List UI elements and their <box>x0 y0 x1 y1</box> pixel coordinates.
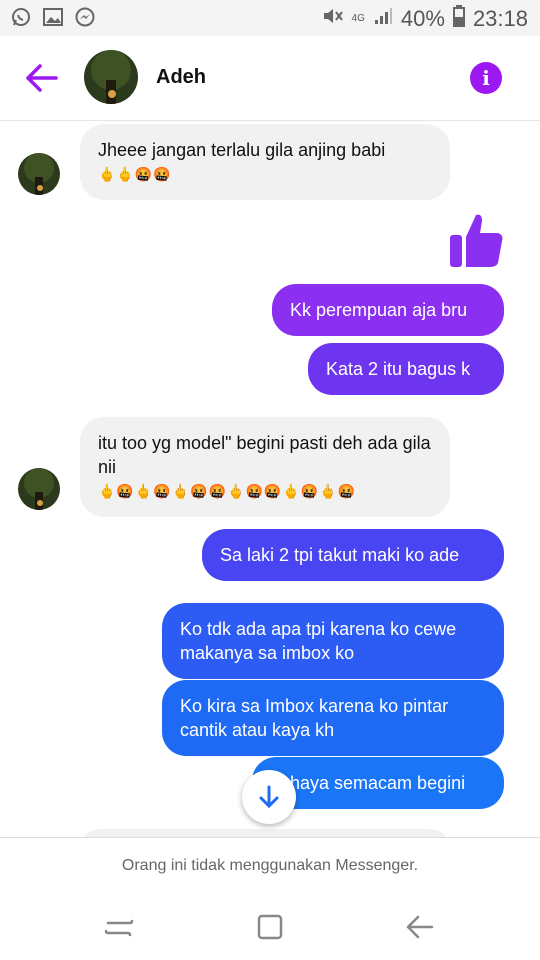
messenger-icon <box>74 6 96 28</box>
message-bubble-outgoing[interactable]: Ko tdk ada apa tpi karena ko cewe makany… <box>162 603 504 679</box>
system-nav-bar <box>0 893 540 960</box>
message-bubble-incoming[interactable]: itu too yg model" begini pasti deh ada g… <box>80 417 450 517</box>
sender-avatar[interactable] <box>18 468 60 510</box>
info-icon[interactable]: i <box>470 62 502 94</box>
message-text: Ko kira sa Imbox karena ko pintar cantik… <box>180 696 449 740</box>
message-text: Kk perempuan aja bru <box>290 300 468 320</box>
back-icon[interactable] <box>404 911 436 943</box>
home-icon[interactable] <box>254 911 286 943</box>
mute-icon <box>322 6 344 32</box>
back-arrow-icon[interactable] <box>24 58 60 98</box>
arrow-down-icon <box>259 785 279 809</box>
contact-name[interactable]: Adeh <box>156 66 206 89</box>
contact-avatar[interactable] <box>84 50 138 104</box>
clock: 23:18 <box>472 6 528 31</box>
message-bubble-incoming[interactable]: Jheee jangan terlalu gila anjing babi 🖕🖕… <box>80 124 450 200</box>
message-text: Sa laki 2 tpi takut maki ko ade <box>220 545 460 565</box>
message-bubble-outgoing[interactable]: Sa laki 2 tpi takut maki ko ade <box>202 529 504 581</box>
message-text: Kata 2 itu bagus k <box>326 359 471 379</box>
sender-avatar[interactable] <box>18 153 60 195</box>
battery-icon <box>452 5 465 33</box>
status-bar: 4G 40% 23:18 <box>0 0 540 36</box>
message-text: itu too yg model" begini pasti deh ada g… <box>98 433 431 477</box>
messenger-notice: Orang ini tidak menggunakan Messenger. <box>0 837 540 894</box>
message-bubble-incoming <box>80 829 450 837</box>
message-text: Ko tdk ada apa tpi karena ko cewe makany… <box>180 619 457 663</box>
conversation-header: Adeh i <box>0 36 540 121</box>
message-text: haya semacam begini <box>290 773 466 793</box>
network-type: 4G <box>351 13 365 24</box>
signal-icon <box>373 6 393 32</box>
message-emoji: 🖕🤬🖕🤬🖕🤬🤬🖕🤬🤬🖕🤬🖕🤬 <box>98 483 357 499</box>
message-bubble-outgoing[interactable]: Ko kira sa Imbox karena ko pintar cantik… <box>162 680 504 756</box>
message-list[interactable]: Jheee jangan terlalu gila anjing babi 🖕🖕… <box>0 121 540 837</box>
recent-apps-icon[interactable] <box>104 911 136 943</box>
scroll-to-bottom-button[interactable] <box>242 770 296 824</box>
notice-text: Orang ini tidak menggunakan Messenger. <box>121 857 419 874</box>
message-bubble-outgoing[interactable]: Kata 2 itu bagus k <box>308 343 504 395</box>
whatsapp-icon <box>10 6 32 28</box>
message-text: Jheee jangan terlalu gila anjing babi <box>98 140 386 160</box>
message-emoji: 🖕🖕🤬🤬 <box>98 166 172 182</box>
thumbs-up-icon[interactable] <box>448 211 504 269</box>
message-bubble-outgoing[interactable]: Kk perempuan aja bru <box>272 284 504 336</box>
battery-percent: 40% <box>400 6 445 31</box>
gallery-icon <box>42 6 64 28</box>
